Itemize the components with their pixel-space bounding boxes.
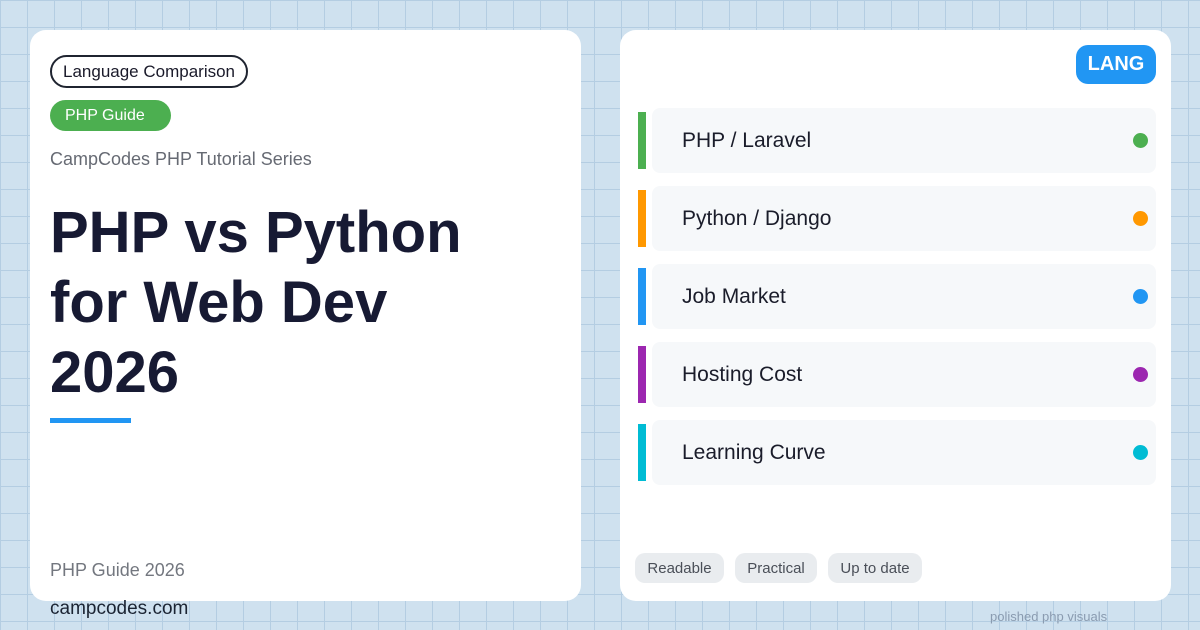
site-url: campcodes.com bbox=[50, 598, 189, 619]
footer-label: PHP Guide 2026 bbox=[50, 560, 185, 580]
topic-label: Python / Django bbox=[682, 206, 832, 230]
right-card: LANG PHP / Laravel Python / Django Job M… bbox=[620, 30, 1171, 601]
topic-accent-bar bbox=[638, 424, 646, 481]
left-card: Language Comparison PHP Guide CampCodes … bbox=[30, 30, 581, 601]
topic-item: PHP / Laravel bbox=[638, 108, 1156, 173]
topic-card: Python / Django bbox=[652, 186, 1156, 251]
topic-accent-bar bbox=[638, 346, 646, 403]
guide-pill: PHP Guide bbox=[50, 100, 171, 131]
title-line: PHP vs Python bbox=[50, 200, 462, 265]
lang-badge: LANG bbox=[1076, 45, 1156, 84]
tag-chip: Practical bbox=[735, 553, 817, 583]
topic-accent-bar bbox=[638, 268, 646, 325]
tag-chip: Up to date bbox=[828, 553, 922, 583]
status-dot-icon bbox=[1133, 289, 1148, 304]
status-dot-icon bbox=[1133, 211, 1148, 226]
title-line: 2026 bbox=[50, 340, 180, 405]
series-subtitle: CampCodes PHP Tutorial Series bbox=[50, 149, 312, 169]
title-underline bbox=[50, 418, 131, 423]
topic-label: PHP / Laravel bbox=[682, 128, 812, 152]
topic-item: Python / Django bbox=[638, 186, 1156, 251]
topic-label: Job Market bbox=[682, 284, 786, 308]
footer-note: polished php visuals bbox=[990, 609, 1108, 624]
topic-card: Job Market bbox=[652, 264, 1156, 329]
status-dot-icon bbox=[1133, 133, 1148, 148]
topic-accent-bar bbox=[638, 112, 646, 169]
topic-label: Hosting Cost bbox=[682, 362, 803, 386]
topic-card: PHP / Laravel bbox=[652, 108, 1156, 173]
category-pill: Language Comparison bbox=[50, 55, 249, 88]
topic-accent-bar bbox=[638, 190, 646, 247]
topic-item: Job Market bbox=[638, 264, 1156, 329]
page-title: PHP vs Python for Web Dev 2026 bbox=[50, 198, 550, 408]
status-dot-icon bbox=[1133, 445, 1148, 460]
topic-card: Hosting Cost bbox=[652, 342, 1156, 407]
topic-item: Learning Curve bbox=[638, 420, 1156, 485]
tag-chip: Readable bbox=[635, 553, 724, 583]
topic-item: Hosting Cost bbox=[638, 342, 1156, 407]
topic-card: Learning Curve bbox=[652, 420, 1156, 485]
status-dot-icon bbox=[1133, 367, 1148, 382]
title-line: for Web Dev bbox=[50, 270, 388, 335]
topic-label: Learning Curve bbox=[682, 440, 826, 464]
